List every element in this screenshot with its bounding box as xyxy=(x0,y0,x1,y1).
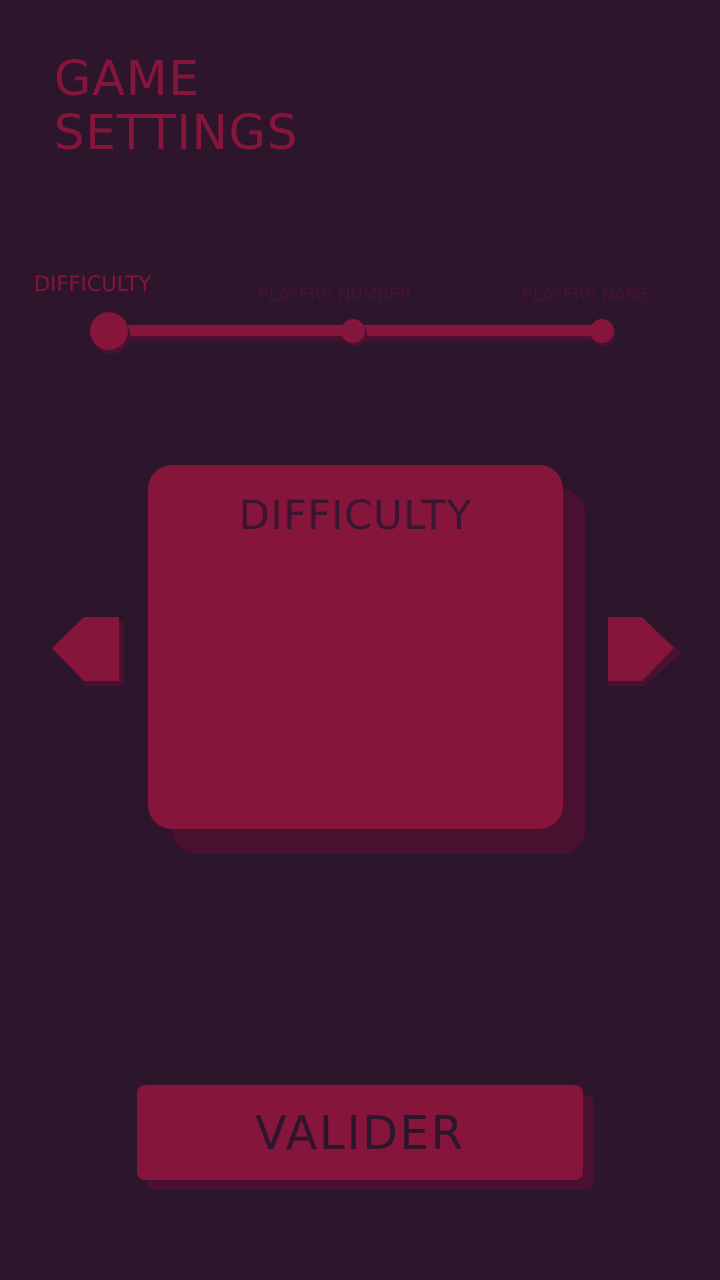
validate-button[interactable]: VALIDER xyxy=(137,1085,583,1180)
option-card[interactable]: DIFFICULTY xyxy=(148,465,563,829)
step-label-difficulty: DIFFICULTY xyxy=(34,272,152,296)
step-dot-difficulty[interactable] xyxy=(90,312,128,350)
chevron-left-icon[interactable] xyxy=(44,612,124,692)
chevron-right-icon[interactable] xyxy=(602,612,682,692)
page-title-line-2: SETTINGS xyxy=(54,105,299,161)
option-card-title: DIFFICULTY xyxy=(238,493,473,539)
step-dot-players-name[interactable] xyxy=(590,319,614,343)
page-title: GAME SETTINGS xyxy=(54,52,374,160)
step-label-players-number: PLAYERS NUMBER xyxy=(258,285,412,305)
page-title-line-1: GAME xyxy=(54,51,200,107)
step-dot-players-number[interactable] xyxy=(341,319,365,343)
step-label-players-name: PLAYERS NAME xyxy=(522,285,652,305)
